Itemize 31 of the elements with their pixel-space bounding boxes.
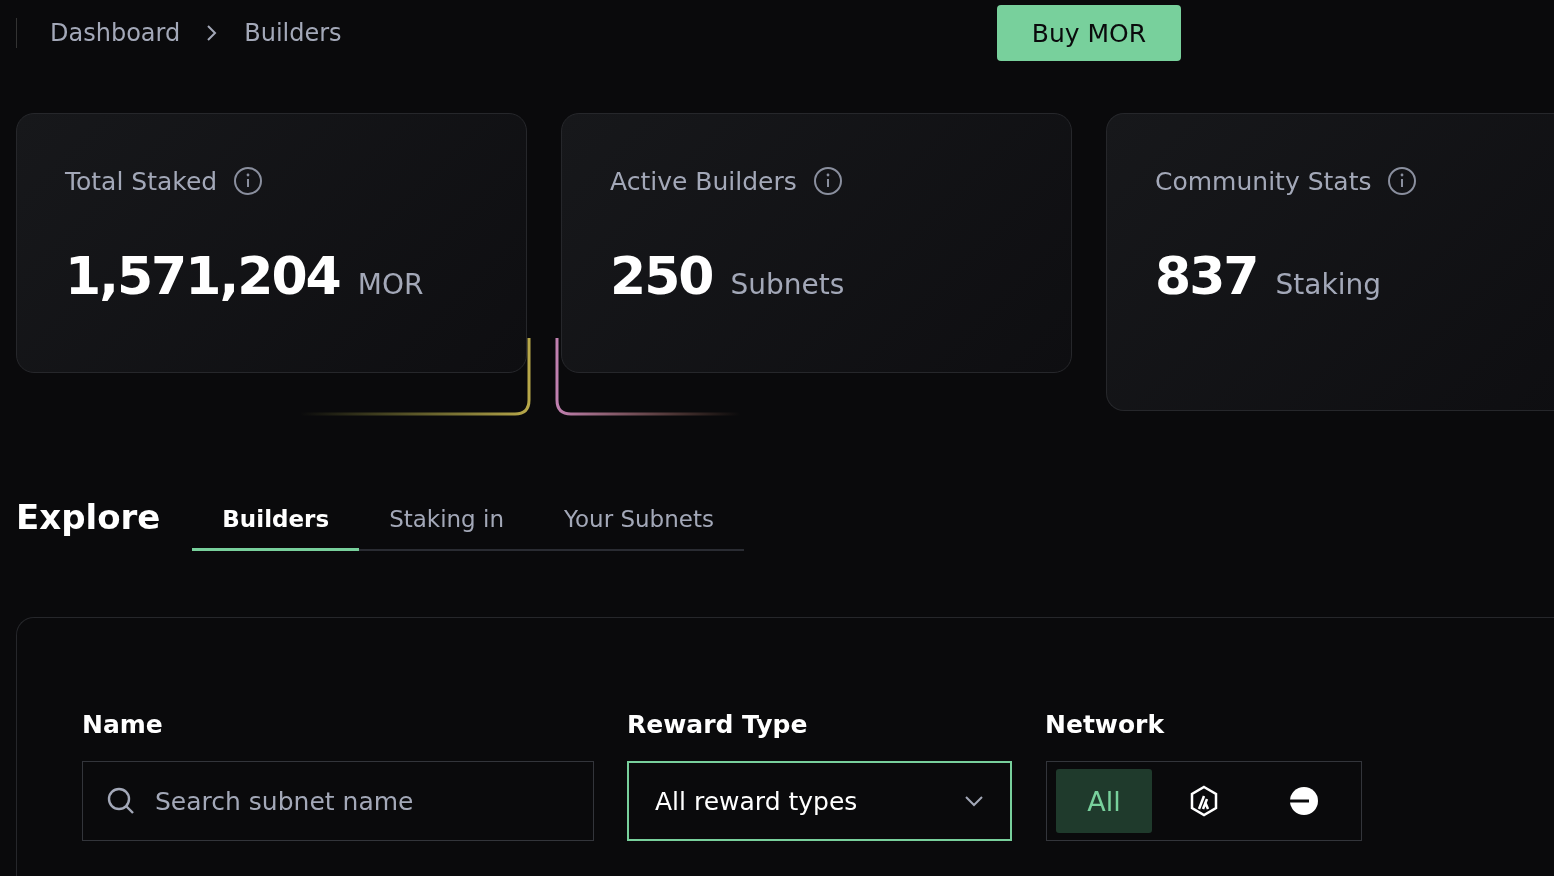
network-option[interactable]: All	[1056, 769, 1152, 833]
search-field[interactable]: Search subnet name	[82, 761, 594, 841]
field-label: Name	[82, 710, 164, 739]
field-label: Reward Type	[627, 710, 809, 739]
chevron-down-icon	[964, 795, 984, 807]
breadcrumb-item[interactable]: Dashboard	[50, 19, 181, 47]
disc-icon	[1289, 786, 1319, 816]
stat-value: 250	[610, 246, 713, 306]
stat-value: 837	[1155, 246, 1258, 306]
search-input[interactable]: Search subnet name	[153, 785, 569, 817]
breadcrumb-item[interactable]: Builders	[244, 19, 342, 47]
info-icon[interactable]	[233, 166, 264, 196]
info-icon[interactable]	[1387, 166, 1418, 196]
tab[interactable]: Your Subnets	[534, 506, 744, 551]
section-title: Explore	[16, 497, 161, 539]
tab[interactable]: Staking in	[359, 506, 534, 551]
chevron-right-icon	[206, 23, 219, 43]
stat-title: Community Stats	[1155, 166, 1372, 196]
stat-unit: Staking	[1275, 268, 1381, 301]
reward-type-dropdown[interactable]: All reward types	[627, 761, 1012, 841]
search-icon	[107, 787, 135, 815]
info-icon[interactable]	[812, 166, 843, 196]
stat-title: Total Staked	[65, 166, 218, 196]
field-label: Network	[1045, 710, 1166, 739]
stat-unit: MOR	[357, 268, 424, 301]
stat-value: 1,571,204	[65, 246, 340, 306]
hexagon-icon	[1190, 785, 1218, 817]
stat-unit: Subnets	[730, 268, 845, 301]
buy-button[interactable]: Buy MOR	[997, 5, 1181, 61]
tab[interactable]: Builders	[192, 506, 360, 551]
stat-title: Active Builders	[610, 166, 797, 196]
